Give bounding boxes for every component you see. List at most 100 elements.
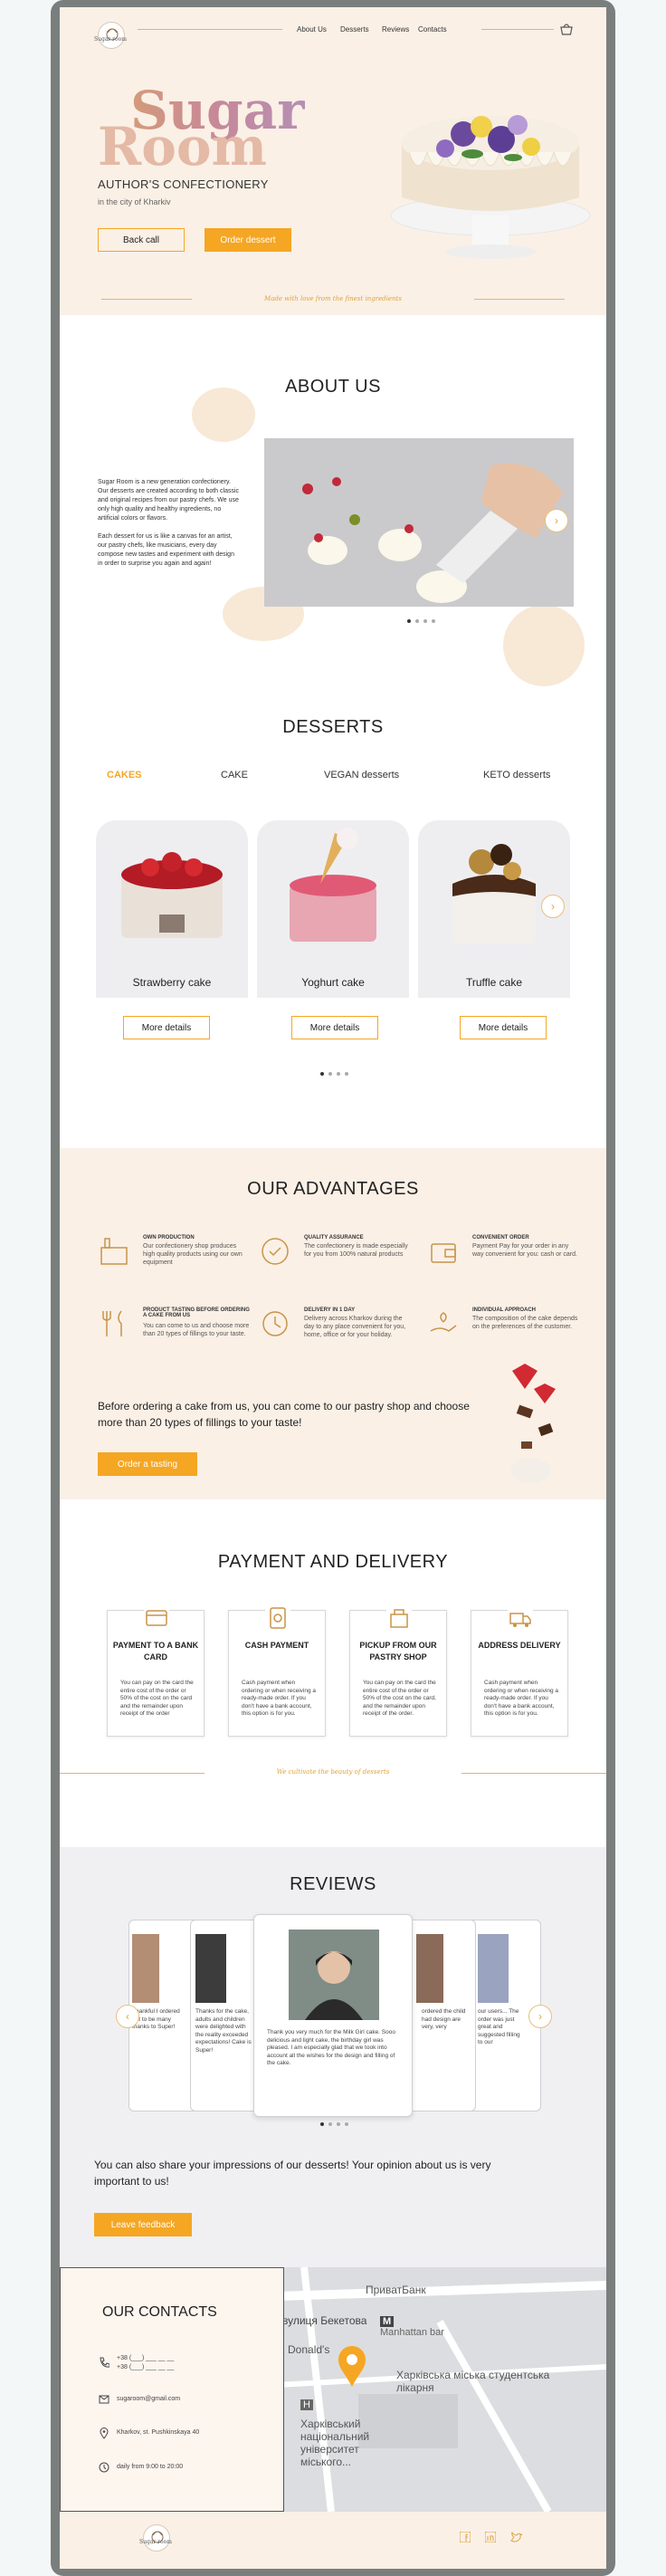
location-icon	[100, 2428, 109, 2439]
carousel-dot[interactable]	[337, 1072, 340, 1076]
payment-card-title: PAYMENT TO A BANK CARD	[112, 1641, 199, 1661]
order-dessert-button[interactable]: Order dessert	[205, 228, 291, 252]
payment-heading: PAYMENT AND DELIVERY	[217, 1552, 449, 1572]
dessert-card-name: Strawberry cake	[132, 976, 212, 989]
twitter-icon[interactable]	[510, 2532, 523, 2542]
reviews-next-arrow[interactable]: ›	[528, 2005, 552, 2028]
clock-icon	[99, 2462, 109, 2473]
dessert-card-strawberry[interactable]: Strawberry cake	[96, 820, 248, 998]
carousel-dot[interactable]	[337, 2122, 340, 2126]
nav-about[interactable]: About Us	[297, 25, 327, 34]
nav-reviews[interactable]: Reviews	[382, 25, 409, 34]
more-details-button[interactable]: More details	[291, 1016, 378, 1039]
payment-card-delivery: ADDRESS DELIVERY Cash payment when order…	[471, 1605, 568, 1737]
about-paragraph-2: Each dessert for us is like a canvas for…	[98, 533, 234, 567]
carousel-dot[interactable]	[432, 619, 435, 623]
payment-card-desc: Cash payment when ordering or when recei…	[484, 1680, 559, 1717]
tab-vegan[interactable]: VEGAN desserts	[324, 770, 399, 780]
review-text-far-right: our users... The order was just great an…	[478, 2008, 520, 2045]
advantage-title: CONVENIENT ORDER	[472, 1235, 529, 1240]
hero-subtitle: AUTHOR'S CONFECTIONERY	[98, 177, 269, 191]
payment-card-cash: CASH PAYMENT Cash payment when ordering …	[228, 1605, 326, 1737]
payment-card-desc: You can pay on the card the entire cost …	[363, 1680, 436, 1717]
cash-icon	[265, 1605, 290, 1631]
advantage-desc: You can come to us and choose more than …	[143, 1323, 250, 1337]
carousel-dot[interactable]	[345, 1072, 348, 1076]
payment-card-desc: You can pay on the card the entire cost …	[120, 1680, 194, 1717]
map-label-hospital: Харківська міська студентська лікарня	[396, 2369, 550, 2394]
carousel-dot[interactable]	[415, 619, 419, 623]
quality-badge-icon	[262, 1238, 289, 1265]
carousel-dot[interactable]	[320, 2122, 324, 2126]
contact-hours: daily from 9:00 to 20:00	[117, 2464, 184, 2470]
more-details-button[interactable]: More details	[460, 1016, 547, 1039]
carousel-dot[interactable]	[320, 1072, 324, 1076]
carousel-dot[interactable]	[328, 2122, 332, 2126]
leave-feedback-button[interactable]: Leave feedback	[94, 2213, 192, 2236]
nav-desserts[interactable]: Desserts	[340, 25, 369, 34]
hand-heart-icon	[430, 1312, 457, 1332]
reviewer-photo	[132, 1934, 159, 2003]
facebook-icon[interactable]	[460, 2532, 471, 2542]
chocolate-strawberry-image	[510, 1364, 556, 1483]
website-screen: Sugar room About Us Desserts Reviews Con…	[60, 7, 606, 2569]
advantage-title: OWN PRODUCTION	[143, 1235, 195, 1240]
advantage-title: INDIVIDUAL APPROACH	[472, 1307, 537, 1313]
map-label-street: вулиця Бекетова	[282, 2314, 367, 2327]
logo[interactable]	[98, 22, 125, 49]
payment-card-title: PICKUP FROM OUR PASTRY SHOP	[359, 1641, 437, 1661]
map-label-mcd: Donald's	[288, 2343, 330, 2356]
linkedin-icon[interactable]	[485, 2532, 496, 2542]
order-tasting-button[interactable]: Order a tasting	[98, 1452, 197, 1476]
tab-cakes[interactable]: CAKES	[107, 770, 142, 780]
reviewer-photo	[478, 1934, 509, 2003]
more-details-button[interactable]: More details	[123, 1016, 210, 1039]
carousel-dot[interactable]	[423, 619, 427, 623]
carousel-dot[interactable]	[328, 1072, 332, 1076]
contact-phone-2[interactable]: +38 (___) ___ __ __	[117, 2364, 174, 2370]
desserts-next-arrow[interactable]: ›	[541, 895, 565, 918]
dessert-card-yoghurt[interactable]: Yoghurt cake	[257, 820, 409, 998]
back-call-button[interactable]: Back call	[98, 228, 185, 252]
truffle-cake-image	[452, 844, 536, 943]
about-next-arrow[interactable]: ›	[545, 509, 568, 532]
about-photo: ›	[264, 438, 574, 607]
advantage-desc: Payment Pay for your order in any way co…	[472, 1243, 577, 1258]
advantage-title: DELIVERY IN 1 DAY	[304, 1307, 356, 1313]
nav-divider-left	[138, 29, 282, 30]
tab-cake[interactable]: CAKE	[221, 770, 248, 780]
splash-decoration	[503, 605, 585, 686]
footer-logo[interactable]	[143, 2524, 170, 2552]
review-text-left: Thanks for the cake, adults and children…	[195, 2008, 252, 2054]
cart-icon[interactable]	[559, 22, 574, 36]
carousel-dot[interactable]	[345, 2122, 348, 2126]
map-pin-icon[interactable]	[337, 2345, 367, 2389]
tab-keto[interactable]: KETO desserts	[483, 770, 550, 780]
factory-icon	[100, 1238, 128, 1265]
payment-card-title: CASH PAYMENT	[244, 1641, 309, 1650]
reviewer-photo	[289, 1930, 379, 2020]
contacts-heading: OUR CONTACTS	[102, 2304, 217, 2320]
advantage-desc: The confectionery is made especially for…	[304, 1243, 408, 1258]
page: Sugar room About Us Desserts Reviews Con…	[0, 0, 666, 2576]
advantage-desc: Our confectionery shop produces high qua…	[143, 1243, 243, 1266]
desserts-heading: DESSERTS	[282, 717, 384, 737]
contact-email[interactable]: sugaroom@gmail.com	[117, 2396, 180, 2402]
advantage-title: QUALITY ASSURANCE	[304, 1235, 364, 1240]
map-label-bar: Manhattan bar	[380, 2327, 444, 2338]
reviews-prev-arrow[interactable]: ‹	[116, 2005, 139, 2028]
review-card-active: Thank you very much for the Milk Girl ca…	[253, 1914, 413, 2117]
nav-contacts[interactable]: Contacts	[418, 25, 447, 34]
about-text: Sugar Room is a new generation confectio…	[98, 478, 241, 569]
contacts-panel: OUR CONTACTS +38 (___) ___ __ __ +38 (__…	[60, 2267, 284, 2512]
review-text-right: ordered the child had design are very, v…	[422, 2008, 466, 2030]
about-carousel-dots	[407, 619, 435, 623]
payment-card-desc: Cash payment when ordering or when recei…	[242, 1680, 317, 1717]
contact-phone-1[interactable]: +38 (___) ___ __ __	[117, 2355, 174, 2361]
carousel-dot[interactable]	[407, 619, 411, 623]
credit-card-icon	[144, 1605, 169, 1631]
hero-cake-image	[390, 115, 591, 259]
reviewer-photo	[195, 1934, 226, 2003]
metro-icon: M	[380, 2316, 395, 2327]
tagline-line-right	[474, 299, 565, 300]
